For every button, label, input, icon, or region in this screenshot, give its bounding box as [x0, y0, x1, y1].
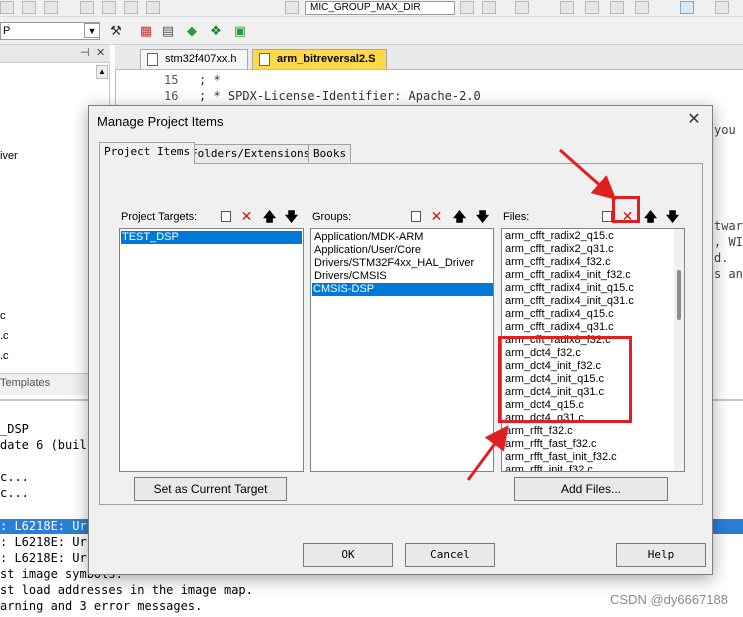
tab-project-items[interactable]: Project Items — [99, 142, 196, 164]
annotation-arrows — [466, 148, 617, 481]
arrow-to-delete — [559, 148, 617, 200]
arrow-to-files — [466, 425, 509, 481]
